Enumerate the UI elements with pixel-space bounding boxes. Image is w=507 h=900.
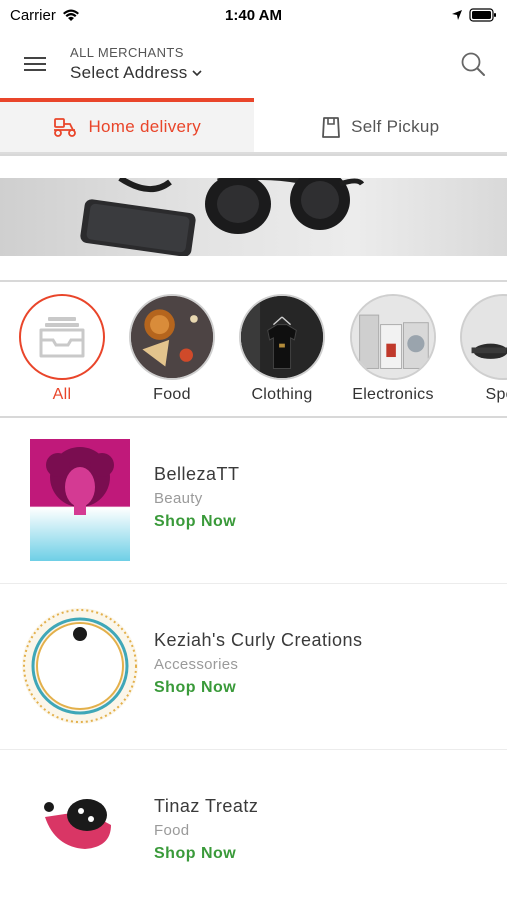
category-clothing[interactable]: Clothing bbox=[227, 294, 337, 404]
banner-headphones-phone-image bbox=[80, 178, 365, 256]
merchant-logo bbox=[20, 770, 140, 894]
tab-self-pickup-label: Self Pickup bbox=[351, 117, 440, 136]
delivery-scooter-icon bbox=[54, 118, 77, 137]
status-time: 1:40 AM bbox=[225, 6, 282, 24]
category-label: Spor bbox=[485, 386, 507, 403]
search-icon bbox=[461, 52, 485, 76]
category-all[interactable]: All bbox=[7, 294, 117, 404]
merchant-logo bbox=[20, 438, 140, 562]
merchant-name: BellezaTT bbox=[154, 464, 240, 484]
select-address[interactable]: Select Address bbox=[70, 63, 202, 83]
tinaz-treatz-logo bbox=[25, 777, 135, 887]
merchant-name: Keziah's Curly Creations bbox=[154, 630, 363, 650]
shop-now-link[interactable]: Shop Now bbox=[154, 679, 363, 697]
sports-image bbox=[462, 296, 507, 378]
status-bar: Carrier 1:40 AM bbox=[0, 0, 507, 30]
address-selector[interactable]: ALL MERCHANTS Select Address bbox=[70, 45, 202, 83]
category-label: Electronics bbox=[352, 386, 434, 403]
category-sports-circle bbox=[460, 294, 507, 380]
keziahs-curly-creations-logo bbox=[22, 608, 138, 724]
category-label: Food bbox=[153, 386, 191, 403]
category-clothing-circle bbox=[239, 294, 325, 380]
merchant-category: Food bbox=[154, 822, 190, 839]
category-sports[interactable]: Spor bbox=[448, 294, 507, 404]
food-image bbox=[131, 296, 213, 378]
merchant-item[interactable]: Keziah's Curly Creations Accessories Sho… bbox=[0, 584, 507, 750]
bellezatt-logo bbox=[30, 439, 130, 561]
inbox-tray-icon bbox=[39, 317, 85, 358]
category-carousel: All Food Clothing Electronics Sp bbox=[0, 282, 507, 416]
category-label: All bbox=[52, 386, 72, 403]
category-all-circle bbox=[19, 294, 105, 380]
address-label: Select Address bbox=[70, 63, 188, 82]
category-food-circle bbox=[129, 294, 215, 380]
search-button[interactable] bbox=[457, 48, 489, 80]
app-header: ALL MERCHANTS Select Address bbox=[0, 30, 507, 98]
merchant-name: Tinaz Treatz bbox=[154, 796, 259, 816]
merchant-item[interactable]: BellezaTT Beauty Shop Now bbox=[0, 418, 507, 584]
tab-home-delivery-label: Home delivery bbox=[88, 117, 202, 136]
category-electronics-circle bbox=[350, 294, 436, 380]
divider bbox=[0, 154, 507, 156]
shop-now-link[interactable]: Shop Now bbox=[154, 513, 240, 531]
electronics-image bbox=[352, 296, 434, 378]
merchant-category: Beauty bbox=[154, 490, 203, 507]
clothing-image bbox=[241, 296, 323, 378]
tab-home-delivery[interactable]: Home delivery bbox=[0, 98, 254, 152]
merchant-item[interactable]: Tinaz Treatz Food Shop Now bbox=[0, 750, 507, 900]
category-label: Clothing bbox=[251, 386, 313, 403]
menu-button[interactable] bbox=[0, 30, 70, 98]
category-electronics[interactable]: Electronics bbox=[338, 294, 448, 404]
chevron-down-icon bbox=[192, 70, 202, 77]
merchant-info: BellezaTT Beauty Shop Now bbox=[154, 464, 240, 531]
hamburger-menu-icon bbox=[24, 57, 46, 71]
promo-banner[interactable] bbox=[0, 178, 507, 256]
tab-self-pickup[interactable]: Self Pickup bbox=[253, 98, 507, 152]
delivery-tabs: Home delivery Self Pickup bbox=[0, 98, 507, 154]
shopping-bag-icon bbox=[322, 117, 340, 138]
shop-now-link[interactable]: Shop Now bbox=[154, 845, 258, 863]
merchants-caption: ALL MERCHANTS bbox=[70, 45, 184, 60]
merchant-category: Accessories bbox=[154, 656, 239, 673]
category-food[interactable]: Food bbox=[117, 294, 227, 404]
merchant-logo bbox=[20, 604, 140, 728]
merchant-info: Keziah's Curly Creations Accessories Sho… bbox=[154, 630, 363, 697]
merchant-info: Tinaz Treatz Food Shop Now bbox=[154, 796, 258, 863]
